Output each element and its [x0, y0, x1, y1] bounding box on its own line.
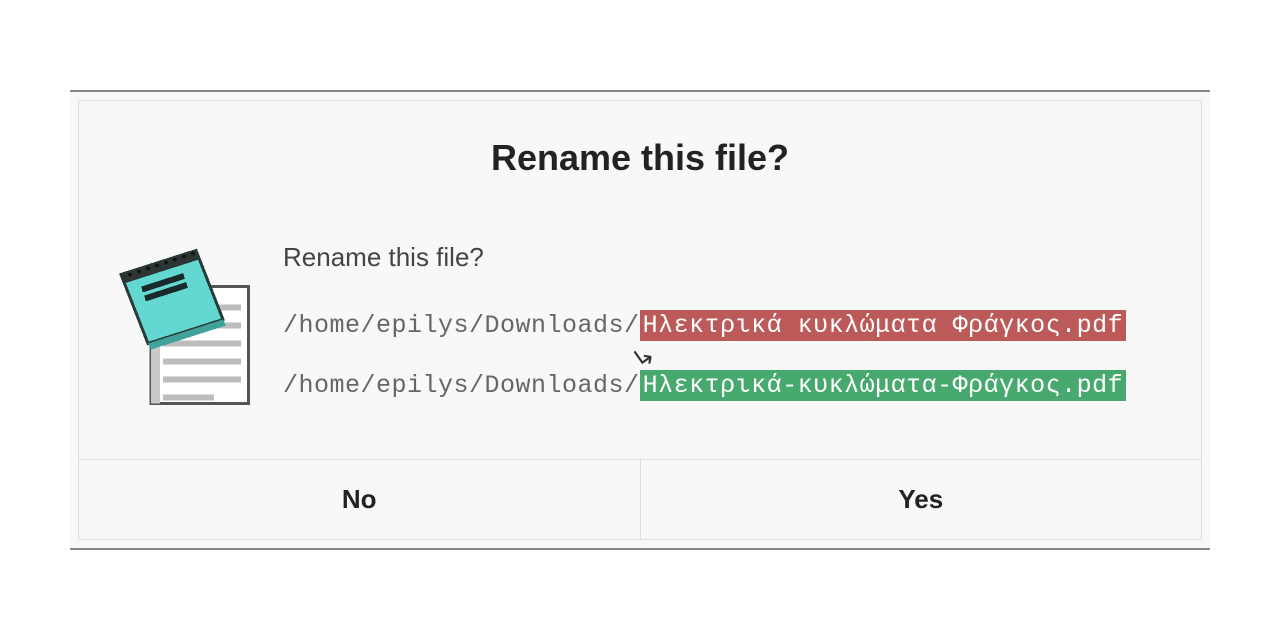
dialog-content: Rename this file?	[79, 101, 1201, 459]
dialog-buttons: No Yes	[79, 459, 1201, 539]
new-path-line: /home/epilys/Downloads/Ηλεκτρικά-κυκλώμα…	[283, 365, 1171, 403]
dialog-frame: Rename this file?	[70, 90, 1210, 550]
dialog-subtitle: Rename this file?	[283, 239, 1171, 275]
dialog-text: Rename this file? /home/epilys/Downloads…	[283, 239, 1171, 409]
notepad-icon	[109, 239, 259, 409]
dialog-title: Rename this file?	[109, 137, 1171, 179]
new-path-filename: Ηλεκτρικά-κυκλώματα-Φράγκος.pdf	[640, 370, 1127, 401]
old-path-line: /home/epilys/Downloads/Ηλεκτρικά κυκλώμα…	[283, 305, 1171, 343]
new-path-prefix: /home/epilys/Downloads/	[283, 371, 640, 400]
dialog-body: Rename this file? /home/epilys/Downloads…	[109, 239, 1171, 409]
yes-button[interactable]: Yes	[641, 459, 1202, 539]
no-button[interactable]: No	[79, 459, 641, 539]
old-path-prefix: /home/epilys/Downloads/	[283, 311, 640, 340]
old-path-filename: Ηλεκτρικά κυκλώματα Φράγκος.pdf	[640, 310, 1127, 341]
dialog: Rename this file?	[78, 100, 1202, 540]
